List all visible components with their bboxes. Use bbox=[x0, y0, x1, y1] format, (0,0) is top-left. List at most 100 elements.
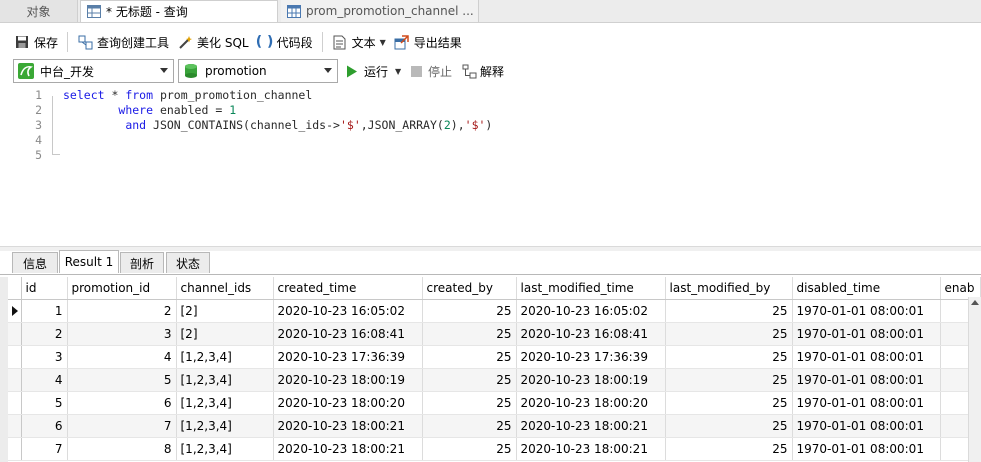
table-row[interactable]: 3 4 [1,2,3,4] 2020-10-23 17:36:39 25 2020-10-… bbox=[8, 345, 981, 369]
chevron-down-icon[interactable]: ▼ bbox=[395, 67, 401, 76]
table-cell[interactable]: [1,2,3,4] bbox=[176, 414, 274, 438]
column-header[interactable]: id bbox=[21, 277, 68, 300]
table-cell[interactable]: 3 bbox=[21, 345, 68, 369]
table-cell[interactable]: 25 bbox=[665, 391, 793, 415]
run-button[interactable]: 运行 ▼ bbox=[346, 61, 401, 81]
tab-status[interactable]: 状态 bbox=[166, 252, 210, 273]
column-header[interactable]: created_by bbox=[422, 277, 517, 300]
sql-editor[interactable]: 1 2 3 4 5 select * from prom_promotion_c… bbox=[0, 88, 981, 248]
table-cell[interactable]: 2 bbox=[21, 322, 68, 346]
table-cell[interactable]: 25 bbox=[422, 391, 517, 415]
tab-result-1[interactable]: Result 1 bbox=[59, 250, 119, 273]
table-cell[interactable]: 5 bbox=[67, 368, 177, 392]
column-header[interactable]: last_modified_time bbox=[516, 277, 666, 300]
row-indicator[interactable] bbox=[8, 391, 22, 415]
query-builder-button[interactable]: 查询创建工具 bbox=[73, 31, 173, 53]
table-cell[interactable]: 25 bbox=[422, 368, 517, 392]
row-indicator[interactable] bbox=[8, 322, 22, 346]
code-snippet-button[interactable]: ( ) 代码段 bbox=[253, 31, 317, 53]
column-header[interactable]: promotion_id bbox=[67, 277, 177, 300]
table-cell[interactable]: 25 bbox=[665, 345, 793, 369]
table-cell[interactable]: 1970-01-01 08:00:01 bbox=[792, 414, 941, 438]
table-cell[interactable]: 3 bbox=[67, 322, 177, 346]
save-button[interactable]: 保存 bbox=[0, 31, 62, 53]
chevron-down-icon[interactable]: ▼ bbox=[380, 38, 386, 47]
table-cell[interactable]: [1,2,3,4] bbox=[176, 368, 274, 392]
table-cell[interactable]: 25 bbox=[665, 368, 793, 392]
table-row[interactable]: 7 8 [1,2,3,4] 2020-10-23 18:00:21 25 2020-10-… bbox=[8, 437, 981, 461]
table-cell[interactable]: 2020-10-23 18:00:21 bbox=[273, 414, 423, 438]
table-cell[interactable]: 1 bbox=[21, 299, 68, 323]
table-cell[interactable]: 1970-01-01 08:00:01 bbox=[792, 437, 941, 461]
tab-info[interactable]: 信息 bbox=[12, 252, 58, 273]
table-cell[interactable]: 6 bbox=[67, 391, 177, 415]
table-cell[interactable]: 1970-01-01 08:00:01 bbox=[792, 322, 941, 346]
row-indicator[interactable] bbox=[8, 299, 22, 323]
explain-button[interactable]: 解释 bbox=[462, 61, 504, 81]
column-header[interactable]: disabled_time bbox=[792, 277, 941, 300]
table-cell[interactable]: 2020-10-23 18:00:20 bbox=[273, 391, 423, 415]
table-cell[interactable]: 25 bbox=[422, 299, 517, 323]
table-row[interactable]: 2 3 [2] 2020-10-23 16:08:41 25 2020-10-23 16:… bbox=[8, 322, 981, 346]
table-cell[interactable]: 5 bbox=[21, 391, 68, 415]
stop-button[interactable]: 停止 bbox=[411, 61, 452, 81]
table-cell[interactable]: 25 bbox=[422, 322, 517, 346]
column-header[interactable]: channel_ids bbox=[176, 277, 274, 300]
vertical-scrollbar[interactable] bbox=[968, 297, 981, 462]
table-cell[interactable]: 4 bbox=[67, 345, 177, 369]
table-cell[interactable]: 6 bbox=[21, 414, 68, 438]
table-cell[interactable]: 2020-10-23 18:00:19 bbox=[273, 368, 423, 392]
table-cell[interactable]: 25 bbox=[422, 437, 517, 461]
table-cell[interactable]: 25 bbox=[422, 345, 517, 369]
database-select[interactable]: promotion bbox=[178, 59, 338, 83]
export-results-button[interactable]: 导出结果 bbox=[390, 31, 466, 53]
tab-prom-promotion-channel[interactable]: prom_promotion_channel ... bbox=[281, 0, 479, 22]
table-cell[interactable]: 2020-10-23 17:36:39 bbox=[516, 345, 666, 369]
table-cell[interactable]: [1,2,3,4] bbox=[176, 437, 274, 461]
table-cell[interactable]: 2020-10-23 17:36:39 bbox=[273, 345, 423, 369]
table-cell[interactable]: 2020-10-23 18:00:19 bbox=[516, 368, 666, 392]
table-cell[interactable]: 2020-10-23 16:08:41 bbox=[516, 322, 666, 346]
connection-select[interactable]: 中台_开发 bbox=[13, 59, 174, 83]
row-indicator[interactable] bbox=[8, 368, 22, 392]
tab-objects[interactable]: 对象 bbox=[0, 0, 78, 22]
table-cell[interactable]: 25 bbox=[665, 437, 793, 461]
beautify-sql-button[interactable]: 美化 SQL bbox=[173, 31, 253, 53]
table-cell[interactable]: 2020-10-23 18:00:21 bbox=[273, 437, 423, 461]
table-cell[interactable]: 1970-01-01 08:00:01 bbox=[792, 391, 941, 415]
table-cell[interactable]: 2020-10-23 16:05:02 bbox=[516, 299, 666, 323]
table-cell[interactable]: 2020-10-23 18:00:21 bbox=[516, 414, 666, 438]
table-row[interactable]: 6 7 [1,2,3,4] 2020-10-23 18:00:21 25 2020-10-… bbox=[8, 414, 981, 438]
table-cell[interactable]: 2020-10-23 16:05:02 bbox=[273, 299, 423, 323]
table-cell[interactable]: 2020-10-23 18:00:21 bbox=[516, 437, 666, 461]
table-cell[interactable]: 1970-01-01 08:00:01 bbox=[792, 299, 941, 323]
table-cell[interactable]: 25 bbox=[665, 299, 793, 323]
tab-profile[interactable]: 剖析 bbox=[120, 252, 164, 273]
table-cell[interactable]: 2020-10-23 18:00:20 bbox=[516, 391, 666, 415]
table-cell[interactable]: 2 bbox=[67, 299, 177, 323]
table-cell[interactable]: [1,2,3,4] bbox=[176, 345, 274, 369]
row-indicator[interactable] bbox=[8, 345, 22, 369]
table-cell[interactable]: [2] bbox=[176, 299, 274, 323]
table-cell[interactable]: 4 bbox=[21, 368, 68, 392]
table-cell[interactable]: 8 bbox=[67, 437, 177, 461]
table-row[interactable]: 5 6 [1,2,3,4] 2020-10-23 18:00:20 25 2020-10-… bbox=[8, 391, 981, 415]
table-row[interactable]: 1 2 [2] 2020-10-23 16:05:02 25 2020-10-23 16:… bbox=[8, 299, 981, 323]
row-indicator[interactable] bbox=[8, 437, 22, 461]
table-cell[interactable]: 25 bbox=[422, 414, 517, 438]
table-row[interactable]: 4 5 [1,2,3,4] 2020-10-23 18:00:19 25 2020-10-… bbox=[8, 368, 981, 392]
table-cell[interactable]: [1,2,3,4] bbox=[176, 391, 274, 415]
column-header[interactable]: last_modified_by bbox=[665, 277, 793, 300]
tab-untitled-query[interactable]: * 无标题 - 查询 bbox=[80, 0, 278, 22]
scroll-up-icon[interactable] bbox=[971, 300, 979, 305]
table-cell[interactable]: 7 bbox=[67, 414, 177, 438]
text-mode-button[interactable]: 文本 ▼ bbox=[328, 31, 390, 53]
table-cell[interactable]: 25 bbox=[665, 322, 793, 346]
table-cell[interactable]: 1970-01-01 08:00:01 bbox=[792, 368, 941, 392]
table-cell[interactable]: [2] bbox=[176, 322, 274, 346]
column-header[interactable]: created_time bbox=[273, 277, 423, 300]
table-cell[interactable]: 2020-10-23 16:08:41 bbox=[273, 322, 423, 346]
table-cell[interactable]: 7 bbox=[21, 437, 68, 461]
table-cell[interactable]: 1970-01-01 08:00:01 bbox=[792, 345, 941, 369]
row-indicator[interactable] bbox=[8, 414, 22, 438]
